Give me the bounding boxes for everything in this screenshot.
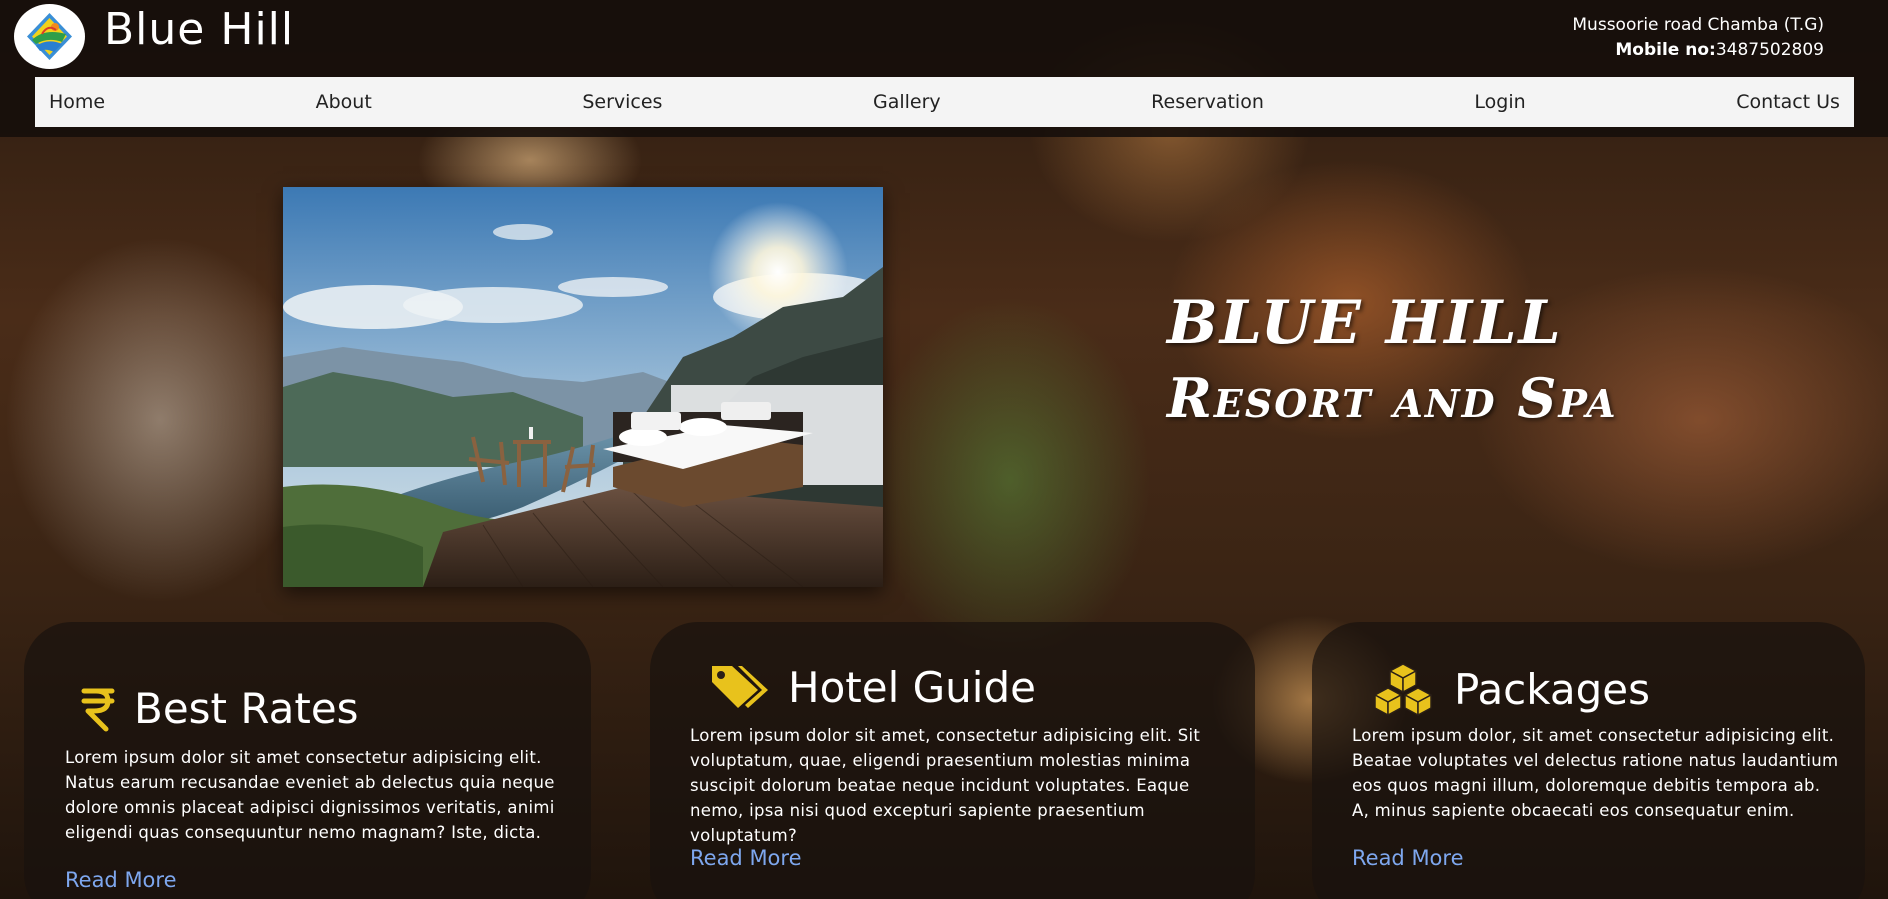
mobile-number: 3487502809: [1715, 40, 1824, 60]
card-title: Best Rates: [134, 684, 359, 733]
nav-gallery[interactable]: Gallery: [873, 91, 941, 113]
card-title: Packages: [1454, 664, 1650, 714]
cubes-icon: [1374, 663, 1432, 716]
logo[interactable]: [14, 4, 85, 69]
read-more-link[interactable]: Read More: [65, 868, 177, 892]
hero-title-line2: Resort and Spa: [1167, 366, 1618, 430]
mobile-label: Mobile no:: [1615, 40, 1716, 60]
nav-reservation[interactable]: Reservation: [1151, 91, 1264, 113]
card-header: Best Rates: [80, 684, 359, 733]
nav-login[interactable]: Login: [1474, 91, 1525, 113]
read-more-link[interactable]: Read More: [690, 846, 802, 870]
hero-title: BLUE HILL Resort and Spa: [1167, 288, 1618, 438]
card-body: Lorem ipsum dolor, sit amet consectetur …: [1352, 726, 1839, 820]
card-hotel-guide: Hotel Guide Lorem ipsum dolor sit amet, …: [650, 622, 1255, 899]
mobile-line: Mobile no:3487502809: [1572, 38, 1824, 63]
brand-name: Blue Hill: [104, 4, 295, 55]
card-header: Packages: [1370, 662, 1650, 716]
address-text: Mussoorie road Chamba (T.G): [1572, 15, 1824, 35]
card-best-rates: Best Rates Lorem ipsum dolor sit amet co…: [24, 622, 591, 899]
card-body: Lorem ipsum dolor sit amet consectetur a…: [65, 748, 555, 842]
rupee-icon: [81, 688, 115, 731]
nav-about[interactable]: About: [316, 91, 372, 113]
tags-icon: [712, 666, 768, 708]
read-more-link[interactable]: Read More: [1352, 846, 1464, 870]
contact-info: Mussoorie road Chamba (T.G) Mobile no:34…: [1572, 13, 1824, 63]
main-nav: Home About Services Gallery Reservation …: [35, 77, 1854, 127]
logo-icon: [18, 5, 81, 68]
card-body: Lorem ipsum dolor sit amet, consectetur …: [690, 726, 1201, 845]
featured-resort-photo: [283, 187, 883, 587]
hero-title-line1: BLUE HILL: [1167, 288, 1563, 358]
nav-home[interactable]: Home: [49, 91, 105, 113]
card-packages: Packages Lorem ipsum dolor, sit amet con…: [1312, 622, 1865, 899]
nav-contact-us[interactable]: Contact Us: [1736, 91, 1840, 113]
card-title: Hotel Guide: [788, 662, 1036, 712]
nav-services[interactable]: Services: [582, 91, 662, 113]
card-header: Hotel Guide: [710, 662, 1036, 712]
